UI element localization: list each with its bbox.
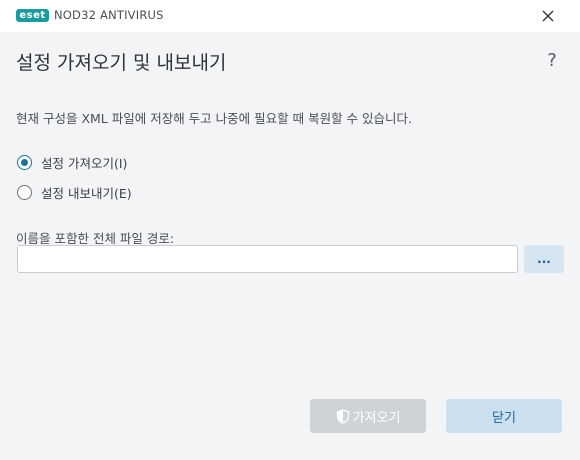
import-button-label: 가져오기 [352, 410, 401, 426]
window-close-button[interactable] [532, 2, 564, 30]
close-icon [542, 10, 554, 22]
app-name: NOD32 ANTIVIRUS [54, 8, 164, 22]
import-button[interactable]: 가져오기 [310, 399, 426, 433]
browse-button[interactable]: ... [524, 245, 564, 273]
description-text: 현재 구성을 XML 파일에 저장해 두고 나중에 필요할 때 복원할 수 있습… [16, 111, 412, 126]
page-title: 설정 가져오기 및 내보내기 [16, 52, 227, 74]
shield-icon [336, 408, 349, 424]
radio-export-settings[interactable]: 설정 내보내기(E) [17, 183, 132, 202]
radio-import-settings[interactable]: 설정 가져오기(I) [17, 153, 127, 172]
radio-button-export[interactable] [17, 185, 32, 200]
help-icon[interactable]: ? [542, 50, 562, 72]
radio-button-import[interactable] [17, 155, 32, 170]
radio-label-export: 설정 내보내기(E) [41, 186, 132, 201]
title-bar: eset NOD32 ANTIVIRUS [0, 0, 580, 32]
eset-logo: eset [16, 9, 49, 22]
file-path-input[interactable] [17, 245, 518, 273]
radio-label-import: 설정 가져오기(I) [41, 156, 128, 171]
close-button[interactable]: 닫기 [446, 399, 562, 433]
